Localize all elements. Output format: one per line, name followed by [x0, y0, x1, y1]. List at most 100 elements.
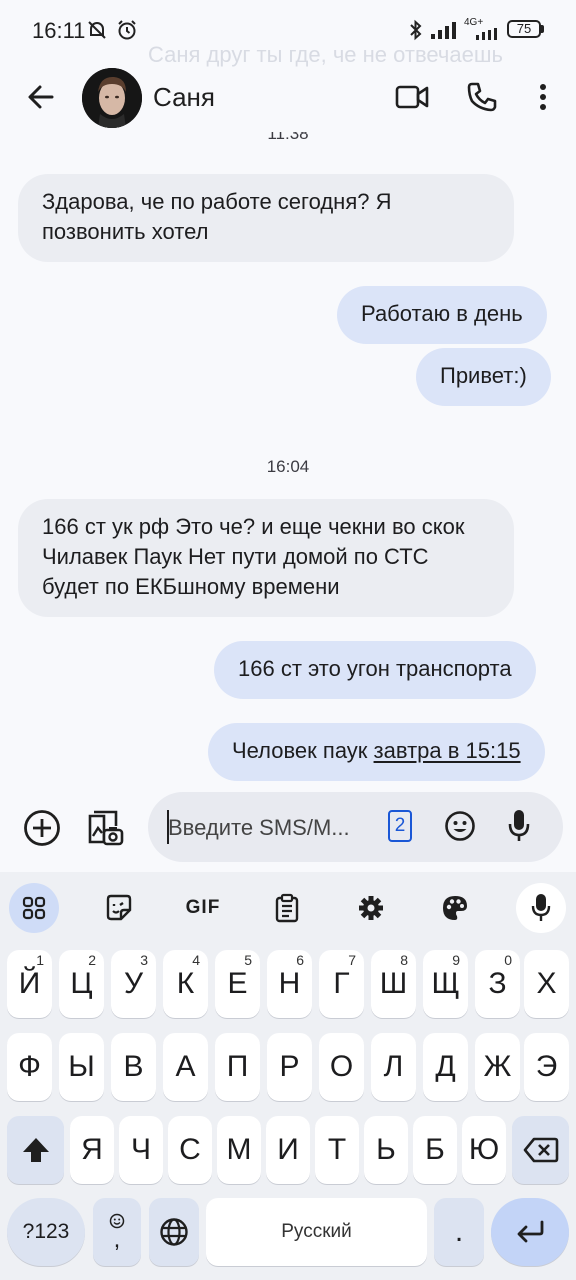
key[interactable]: П: [215, 1033, 260, 1101]
apps-grid-button[interactable]: [9, 883, 59, 933]
gallery-icon[interactable]: [84, 806, 126, 848]
key[interactable]: Х: [524, 950, 569, 1018]
key[interactable]: Э: [524, 1033, 569, 1101]
key-label: Й: [18, 967, 41, 1000]
key-label: .: [454, 1215, 464, 1248]
key[interactable]: 6Н: [267, 950, 312, 1018]
key[interactable]: Ы: [59, 1033, 104, 1101]
key-row-2: Ф Ы В А П Р О Л Д Ж Э: [0, 1033, 576, 1101]
key[interactable]: Т: [315, 1116, 359, 1184]
key-label: Русский: [281, 1221, 352, 1242]
enter-icon: [517, 1220, 544, 1243]
key[interactable]: Ж: [475, 1033, 520, 1101]
contact-name[interactable]: Саня: [153, 82, 215, 113]
key-label: Л: [383, 1050, 404, 1083]
key[interactable]: Л: [371, 1033, 416, 1101]
period-key[interactable]: .: [434, 1198, 484, 1266]
message-list: 11:38 Здарова, че по работе сегодня? Я п…: [0, 132, 576, 784]
key[interactable]: 9Щ: [423, 950, 468, 1018]
key[interactable]: Я: [70, 1116, 114, 1184]
key[interactable]: В: [111, 1033, 156, 1101]
language-key[interactable]: [149, 1198, 199, 1266]
key[interactable]: 8Ш: [371, 950, 416, 1018]
key[interactable]: 4К: [163, 950, 208, 1018]
message-input[interactable]: Введите SMS/M...: [168, 815, 350, 841]
settings-button[interactable]: [346, 883, 396, 933]
globe-icon: [160, 1218, 188, 1246]
key[interactable]: 0З: [475, 950, 520, 1018]
theme-button[interactable]: [430, 883, 480, 933]
video-call-icon[interactable]: [395, 84, 429, 110]
key-label: Т: [327, 1133, 347, 1166]
key-label: Б: [425, 1133, 445, 1166]
space-key[interactable]: Русский: [206, 1198, 427, 1266]
key[interactable]: Р: [267, 1033, 312, 1101]
sim-selector[interactable]: 2: [388, 810, 412, 842]
message-text: 166 ст это угон транспорта: [238, 656, 512, 681]
key[interactable]: Ю: [462, 1116, 506, 1184]
timestamp: 16:04: [266, 457, 310, 476]
key-label: Д: [435, 1050, 456, 1083]
symbols-key[interactable]: ?123: [7, 1198, 85, 1266]
key[interactable]: О: [319, 1033, 364, 1101]
key[interactable]: 5Е: [215, 950, 260, 1018]
clipboard-button[interactable]: [262, 883, 312, 933]
network-type-label: 4G+: [464, 17, 484, 28]
key-label: Х: [536, 967, 557, 1000]
key-label: Ф: [18, 1050, 41, 1083]
key[interactable]: Б: [413, 1116, 457, 1184]
key[interactable]: Ч: [119, 1116, 163, 1184]
key-label: С: [179, 1133, 201, 1166]
key-hint: 3: [140, 952, 148, 968]
phone-icon[interactable]: [466, 81, 498, 113]
mute-icon: [88, 21, 106, 39]
key-label: Щ: [431, 967, 460, 1000]
battery-tip: [541, 25, 544, 33]
key[interactable]: С: [168, 1116, 212, 1184]
sticker-button[interactable]: [94, 883, 144, 933]
incoming-message[interactable]: Здарова, че по работе сегодня? Я позвони…: [18, 174, 514, 262]
key-hint: 1: [36, 952, 44, 968]
more-vert-icon[interactable]: [537, 82, 549, 112]
key[interactable]: Ь: [364, 1116, 408, 1184]
backspace-key[interactable]: [512, 1116, 569, 1184]
outgoing-message[interactable]: 166 ст это угон транспорта: [214, 641, 536, 699]
enter-key[interactable]: [491, 1198, 569, 1266]
sim-number: 2: [394, 815, 406, 836]
key-hint: 4: [192, 952, 200, 968]
avatar[interactable]: [82, 68, 142, 128]
key[interactable]: А: [163, 1033, 208, 1101]
date-link[interactable]: завтра в 15:15: [374, 738, 521, 763]
add-attachment-icon[interactable]: [22, 808, 62, 848]
voice-input-icon[interactable]: [508, 808, 530, 844]
keyboard-voice-button[interactable]: [516, 883, 566, 933]
message-text-prefix: Человек паук: [232, 738, 374, 763]
outgoing-message[interactable]: Привет:): [416, 348, 551, 406]
gif-button[interactable]: GIF: [178, 883, 228, 933]
key[interactable]: 1Й: [7, 950, 52, 1018]
message-text: Привет:): [440, 363, 527, 388]
outgoing-message[interactable]: Работаю в день: [337, 286, 547, 344]
back-arrow-icon[interactable]: [26, 82, 56, 112]
key-hint: 2: [88, 952, 96, 968]
message-text: Работаю в день: [361, 301, 523, 326]
key-hint: 6: [296, 952, 304, 968]
timestamp-partial: 11:38: [267, 132, 309, 143]
key[interactable]: Д: [423, 1033, 468, 1101]
battery-level: 75: [516, 21, 532, 36]
key[interactable]: 2Ц: [59, 950, 104, 1018]
emoji-icon[interactable]: [444, 810, 476, 842]
key-label: Ю: [468, 1133, 500, 1166]
key-label: К: [176, 967, 195, 1000]
key[interactable]: И: [266, 1116, 310, 1184]
key[interactable]: М: [217, 1116, 261, 1184]
shift-key[interactable]: [7, 1116, 64, 1184]
key[interactable]: 3У: [111, 950, 156, 1018]
key-label: Ц: [70, 967, 93, 1000]
outgoing-message[interactable]: Человек паук завтра в 15:15: [208, 723, 545, 781]
incoming-message[interactable]: 166 ст ук рф Это че? и еще чекни во скок…: [18, 499, 514, 617]
emoji-comma-key[interactable]: ,: [93, 1198, 141, 1266]
key-label: У: [123, 967, 144, 1000]
key[interactable]: Ф: [7, 1033, 52, 1101]
key[interactable]: 7Г: [319, 950, 364, 1018]
